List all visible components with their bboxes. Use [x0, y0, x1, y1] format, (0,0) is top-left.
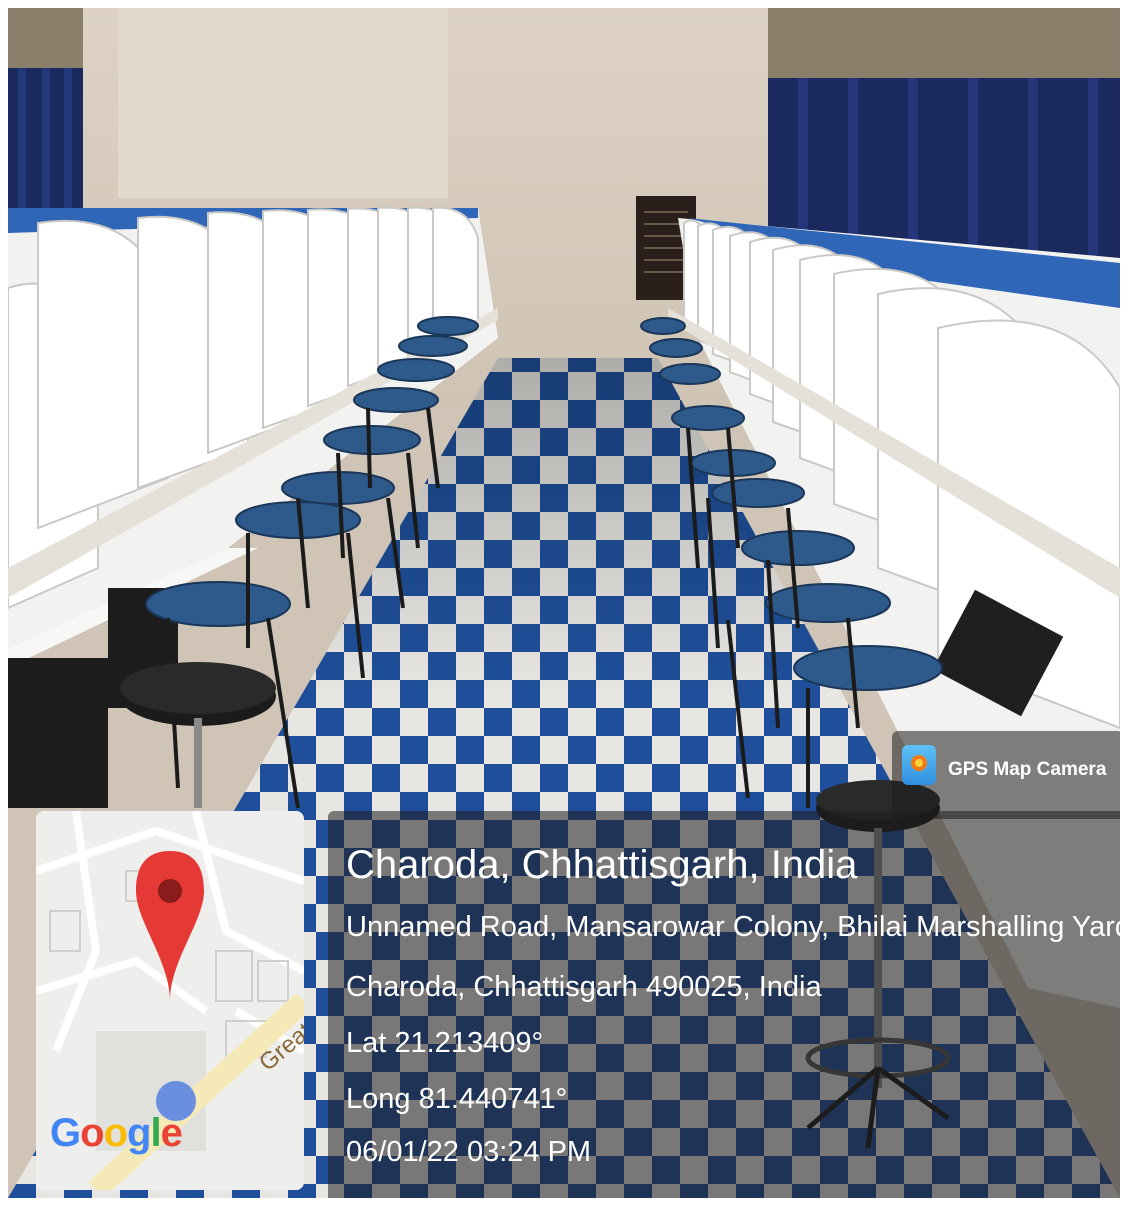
address-line-1: Unnamed Road, Mansarowar Colony, Bhilai …: [346, 911, 1120, 943]
gps-map-camera-icon: [902, 745, 936, 785]
longitude: Long 81.440741°: [346, 1083, 568, 1115]
location-headline: Charoda, Chhattisgarh, India: [346, 843, 858, 887]
map-thumbnail: Great E Google: [36, 811, 304, 1190]
location-info-panel: Charoda, Chhattisgarh, India Unnamed Roa…: [328, 811, 1120, 1198]
latitude: Lat 21.213409°: [346, 1027, 544, 1059]
timestamp: 06/01/22 03:24 PM: [346, 1136, 592, 1168]
google-logo: Google: [50, 1111, 183, 1155]
photo-frame: GPS Map Camera Charoda, Chhattisgarh, In…: [8, 8, 1120, 1198]
app-label: GPS Map Camera: [948, 759, 1107, 780]
address-line-2: Charoda, Chhattisgarh 490025, India: [346, 971, 822, 1003]
gps-map-camera-badge: GPS Map Camera: [892, 731, 1120, 819]
